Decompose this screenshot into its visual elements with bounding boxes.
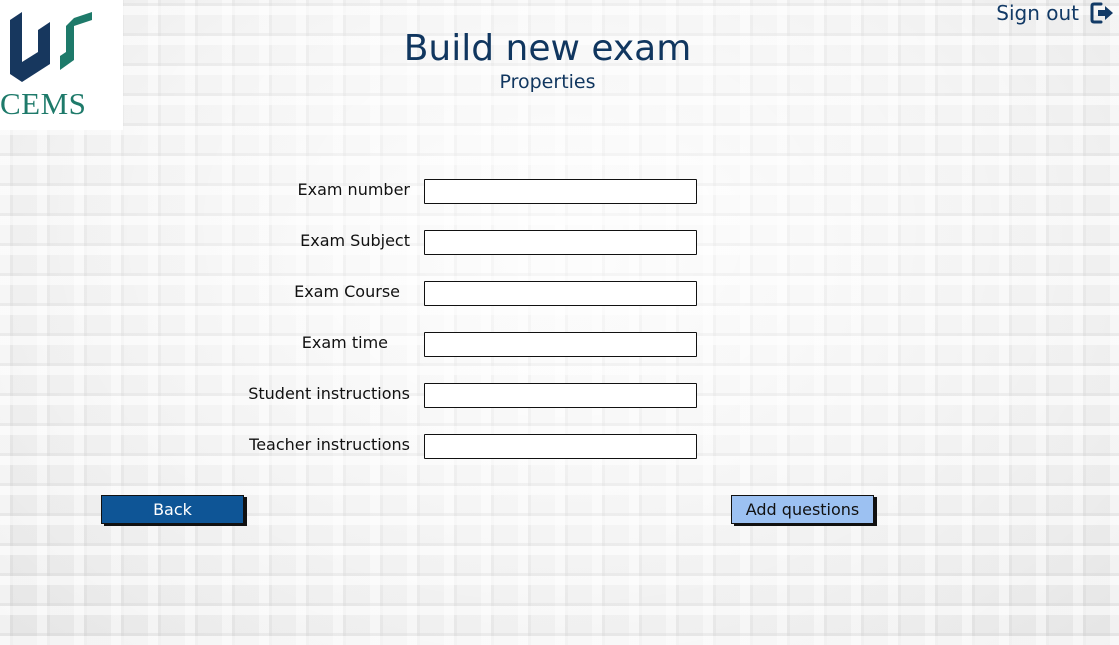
exam-subject-input[interactable]	[424, 230, 697, 255]
student-instructions-input[interactable]	[424, 383, 697, 408]
exam-subject-label: Exam Subject	[300, 231, 410, 250]
form-row-teacher-instructions: Teacher instructions	[0, 434, 1119, 460]
form-row-exam-course: Exam Course	[0, 281, 1119, 307]
exam-course-label: Exam Course	[294, 282, 400, 301]
background-maze	[0, 0, 1119, 645]
add-questions-button[interactable]: Add questions	[731, 495, 874, 524]
exam-time-label: Exam time	[301, 333, 388, 352]
exam-number-label: Exam number	[297, 180, 411, 199]
page-subtitle: Properties	[499, 71, 596, 93]
teacher-instructions-label: Teacher instructions	[249, 435, 410, 454]
form-row-exam-subject: Exam Subject	[0, 230, 1119, 256]
form-row-exam-time: Exam time	[0, 332, 1119, 358]
page-title: Build new exam	[403, 28, 692, 69]
back-button[interactable]: Back	[101, 495, 244, 524]
form-row-student-instructions: Student instructions	[0, 383, 1119, 409]
sign-out-icon	[1090, 2, 1113, 24]
sign-out-button[interactable]: Sign out	[996, 0, 1115, 26]
exam-time-input[interactable]	[424, 332, 697, 357]
exam-course-input[interactable]	[424, 281, 697, 306]
sign-out-label: Sign out	[996, 1, 1079, 25]
exam-number-input[interactable]	[424, 179, 697, 204]
form-row-exam-number: Exam number	[0, 179, 1119, 205]
student-instructions-label: Student instructions	[248, 384, 410, 403]
teacher-instructions-input[interactable]	[424, 434, 697, 459]
